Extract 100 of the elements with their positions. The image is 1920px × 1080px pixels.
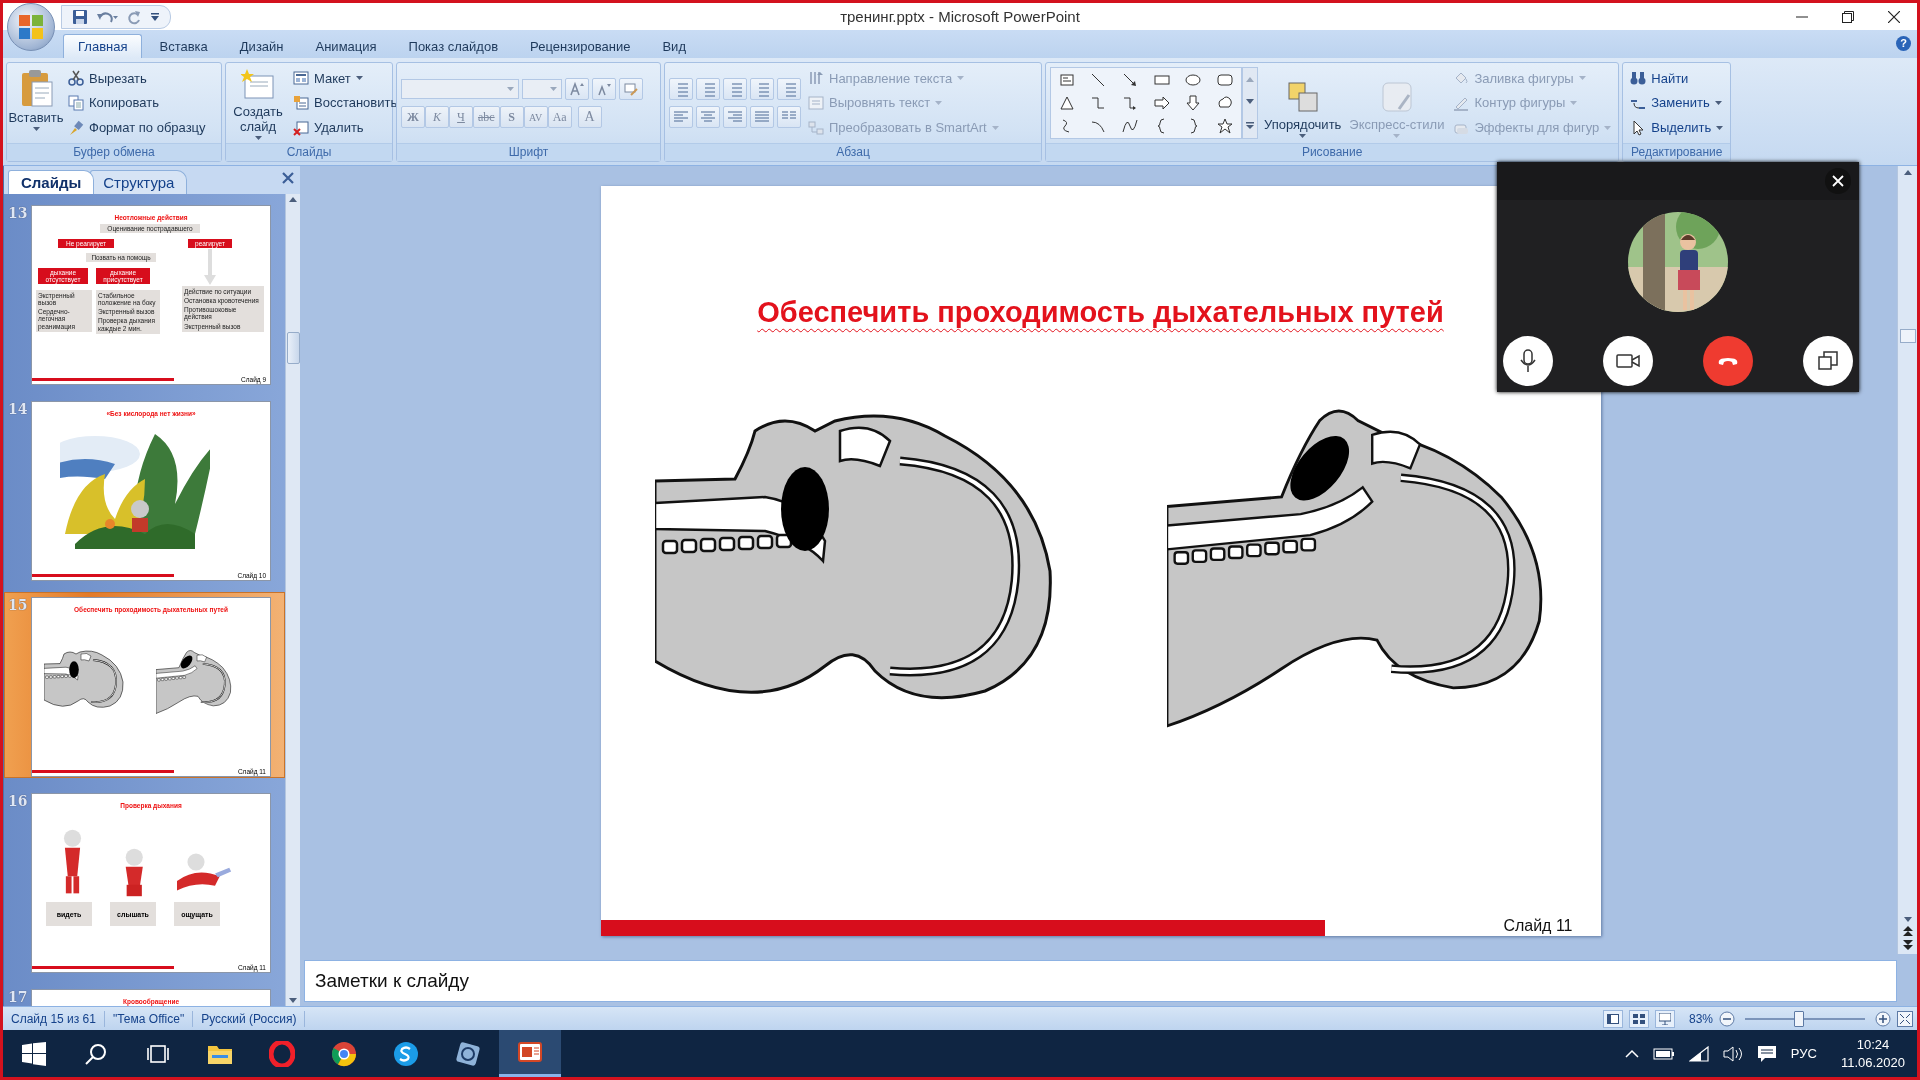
ribbon-command[interactable]: Формат по образцу: [65, 118, 209, 137]
ribbon-tab[interactable]: Анимация: [300, 34, 392, 58]
elbow-connector-icon[interactable]: [1090, 95, 1107, 111]
clear-formatting-icon: [623, 81, 639, 97]
scroll-up-icon: [289, 197, 297, 202]
down-arrow-icon[interactable]: [1185, 95, 1202, 111]
ribbon-tab[interactable]: Главная: [63, 34, 143, 58]
window-title: тренинг.pptx - Microsoft PowerPoint: [840, 7, 1080, 27]
help-button[interactable]: ?: [1896, 36, 1911, 51]
ribbon-tab[interactable]: Дизайн: [224, 34, 299, 58]
ribbon-command[interactable]: Найти: [1627, 69, 1727, 88]
close-icon: [1832, 175, 1844, 187]
wifi-icon[interactable]: [1688, 1045, 1709, 1062]
slideshow-button[interactable]: [1654, 1009, 1675, 1028]
shrink-font-icon: [596, 81, 612, 97]
notes-field[interactable]: Заметки к слайду: [304, 960, 1897, 1002]
ribbon-command[interactable]: Вырезать: [65, 69, 209, 88]
normal-view-button[interactable]: [1602, 1009, 1623, 1028]
microphone-icon: [1520, 349, 1536, 373]
shapes-gallery[interactable]: [1050, 67, 1242, 139]
ribbon-tab[interactable]: Вид: [647, 34, 701, 58]
ribbon-tab[interactable]: Вставка: [144, 34, 223, 58]
office-logo-icon: [18, 14, 44, 40]
text-box-icon[interactable]: [1058, 71, 1075, 88]
camera-icon: [1616, 353, 1640, 369]
gallery-scrollbar[interactable]: [1242, 67, 1258, 139]
flowchart-arrow: [204, 249, 216, 285]
ribbon-command[interactable]: Макет: [290, 69, 401, 88]
slide-thumbnail[interactable]: [31, 205, 271, 385]
ribbon-command[interactable]: Удалить: [290, 118, 401, 137]
reset-slide-icon: [293, 95, 309, 111]
ribbon-large-button[interactable]: Упорядочить: [1262, 66, 1344, 140]
end-call-button[interactable]: [1703, 336, 1753, 386]
previous-slide-icon[interactable]: [1902, 926, 1913, 936]
scrollbar[interactable]: [1897, 166, 1917, 954]
align-right-icon: [727, 109, 743, 125]
clock[interactable]: 10:24 11.06.2020: [1840, 1035, 1905, 1072]
caret-icon: [507, 87, 514, 91]
ribbon-tab[interactable]: Рецензирование: [515, 34, 646, 58]
minimize-icon: [1796, 15, 1808, 18]
show-hidden-icons-icon[interactable]: [1624, 1048, 1639, 1059]
panel-tab[interactable]: Слайды: [8, 170, 95, 194]
window-switch-button[interactable]: [1803, 336, 1853, 386]
fit-to-window-icon[interactable]: [1897, 1010, 1913, 1027]
zoom-in-icon[interactable]: [1875, 1010, 1891, 1027]
zoom-out-icon[interactable]: [1719, 1010, 1735, 1027]
scrollbar-thumb[interactable]: [1899, 329, 1916, 343]
volume-icon[interactable]: [1722, 1045, 1743, 1062]
ribbon-command[interactable]: Восстановить: [290, 94, 401, 112]
rounded-rectangle-icon[interactable]: [1217, 71, 1234, 88]
align-text-icon: [808, 95, 824, 111]
customize-caret-icon[interactable]: [150, 11, 160, 22]
curve-icon[interactable]: [1090, 118, 1107, 135]
taskbar-app-button[interactable]: [499, 1030, 561, 1077]
close-pane-button[interactable]: [282, 172, 294, 184]
caret-icon: [991, 125, 999, 130]
panel-tab[interactable]: Структура: [90, 170, 188, 194]
battery-icon[interactable]: [1652, 1047, 1675, 1060]
arrow-line-icon[interactable]: [1122, 71, 1139, 88]
ribbon-command[interactable]: Заменить: [1627, 94, 1727, 112]
more-icon: [1246, 122, 1254, 130]
scrollbar[interactable]: [285, 194, 300, 1006]
input-language[interactable]: РУС: [1790, 1046, 1817, 1061]
scribble-icon[interactable]: [1122, 118, 1139, 135]
grow-font-button[interactable]: [565, 78, 589, 100]
brush-icon: [68, 119, 84, 136]
group-label: Рисование: [1046, 143, 1619, 161]
office-button[interactable]: [7, 3, 55, 51]
slide-number: Слайд 11: [1503, 917, 1573, 935]
scrollbar-thumb[interactable]: [286, 332, 300, 364]
font-name-field[interactable]: [401, 79, 519, 99]
ribbon-command[interactable]: Выделить: [1627, 118, 1727, 137]
scroll-up-icon: [1246, 76, 1254, 82]
zoom-slider-thumb[interactable]: [1794, 1010, 1804, 1027]
save-icon[interactable]: [72, 8, 88, 25]
pen-outline-icon: [1453, 95, 1470, 111]
new-slide-button[interactable]: Создать слайд: [230, 66, 286, 140]
sorter-view-button[interactable]: [1628, 1009, 1649, 1028]
star-icon[interactable]: [1217, 118, 1234, 135]
triangle-icon[interactable]: [1058, 95, 1075, 111]
shrink-font-button[interactable]: [592, 78, 616, 100]
oval-icon[interactable]: [1185, 71, 1202, 88]
task-view-icon: [146, 1042, 170, 1065]
cloud-icon[interactable]: [1217, 95, 1234, 111]
zoom-level: 83%: [1688, 1011, 1713, 1026]
chrome-icon: [331, 1040, 357, 1067]
ribbon-tab[interactable]: Показ слайдов: [393, 34, 514, 58]
close-button[interactable]: [1825, 168, 1851, 194]
slide-number-label: 14: [7, 401, 29, 419]
paste-button[interactable]: Вставить: [11, 66, 61, 140]
ribbon-command[interactable]: Копировать: [65, 94, 209, 112]
right-arrow-icon[interactable]: [1153, 95, 1170, 111]
microphone-button[interactable]: [1503, 336, 1553, 386]
copy-icon: [68, 95, 84, 111]
slide-title: Обеспечить проходимость дыхательных путей: [757, 296, 1444, 329]
line-icon[interactable]: [1090, 71, 1107, 88]
notification-icon[interactable]: [1756, 1044, 1777, 1063]
next-slide-icon[interactable]: [1902, 940, 1913, 950]
font-size-field[interactable]: [522, 79, 562, 99]
camera-button[interactable]: [1603, 336, 1653, 386]
